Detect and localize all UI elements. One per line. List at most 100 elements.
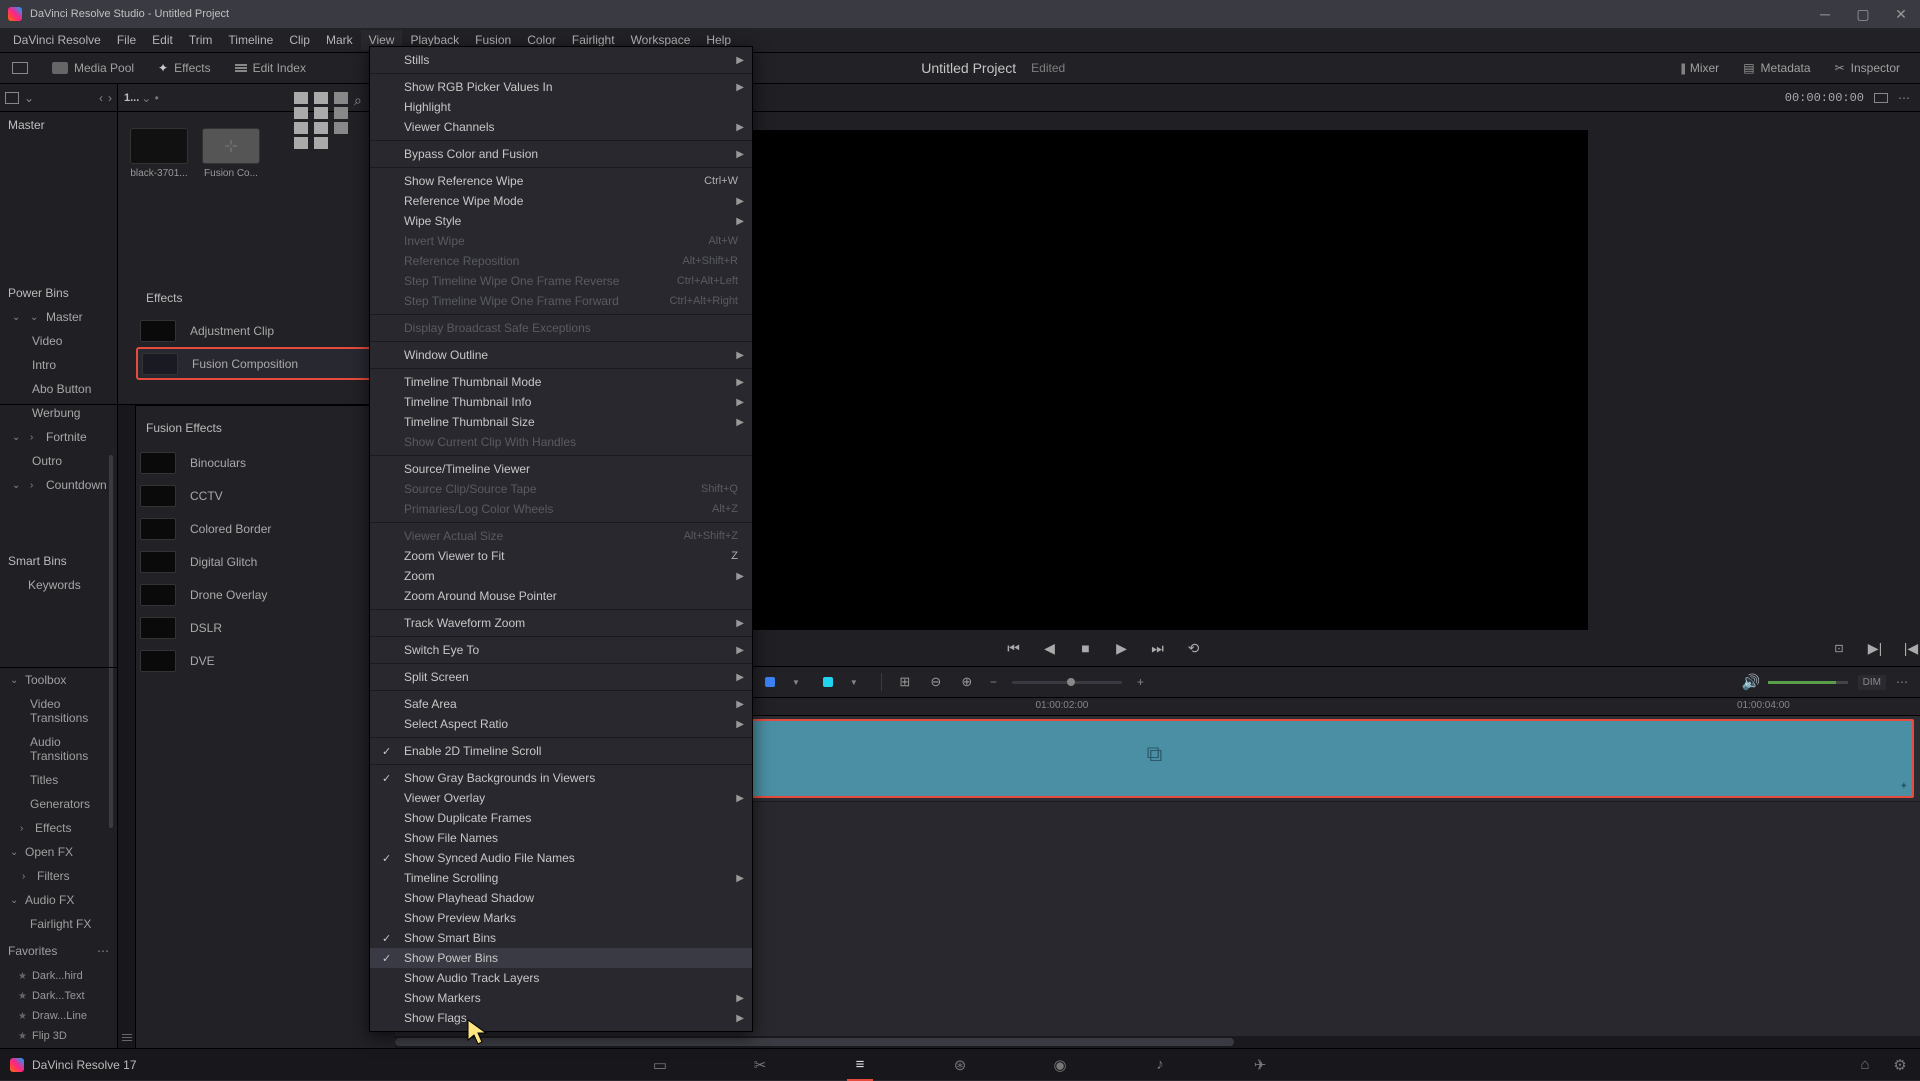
menu-item-show-power-bins[interactable]: Show Power Bins: [370, 948, 752, 968]
menu-item-show-markers[interactable]: Show Markers▶: [370, 988, 752, 1008]
bin-master[interactable]: ⌄Master: [0, 305, 117, 329]
menu-item-show-rgb-picker-values-in[interactable]: Show RGB Picker Values In▶: [370, 77, 752, 97]
menu-item-show-reference-wipe[interactable]: Show Reference WipeCtrl+W: [370, 171, 752, 191]
play-button[interactable]: ▶: [1113, 640, 1131, 657]
menu-item-zoom-around-mouse-pointer[interactable]: Zoom Around Mouse Pointer: [370, 586, 752, 606]
zoom-in-icon[interactable]: ⊕: [959, 674, 975, 690]
menu-item-zoom-viewer-to-fit[interactable]: Zoom Viewer to FitZ: [370, 546, 752, 566]
menu-item-viewer-channels[interactable]: Viewer Channels▶: [370, 117, 752, 137]
toolbox-titles[interactable]: Titles: [0, 768, 117, 792]
home-icon[interactable]: ⌂: [1855, 1056, 1875, 1074]
loop-button[interactable]: ⟲: [1185, 640, 1203, 657]
menu-item-window-outline[interactable]: Window Outline▶: [370, 345, 752, 365]
menu-item-source-timeline-viewer[interactable]: Source/Timeline Viewer: [370, 459, 752, 479]
stop-button[interactable]: ■: [1077, 640, 1095, 656]
zoom-out-icon[interactable]: ⊖: [928, 674, 944, 690]
color-page-icon[interactable]: ◉: [1050, 1056, 1070, 1074]
fusion-page-icon[interactable]: ⊛: [950, 1056, 970, 1074]
layout-button[interactable]: [0, 56, 40, 80]
bin-fortnite[interactable]: ›Fortnite: [0, 425, 117, 449]
bin-abo-button[interactable]: Abo Button: [0, 377, 117, 401]
menu-file[interactable]: File: [109, 30, 144, 50]
menu-mark[interactable]: Mark: [318, 30, 361, 50]
media-page-icon[interactable]: ▭: [650, 1056, 670, 1074]
menu-item-select-aspect-ratio[interactable]: Select Aspect Ratio▶: [370, 714, 752, 734]
maximize-button[interactable]: ▢: [1844, 0, 1882, 28]
menu-trim[interactable]: Trim: [181, 30, 221, 50]
effect-drone-overlay[interactable]: Drone Overlay: [136, 578, 391, 611]
menu-item-show-file-names[interactable]: Show File Names: [370, 828, 752, 848]
bin-werbung[interactable]: Werbung: [0, 401, 117, 425]
media-thumb[interactable]: ⊹Fusion Co...: [202, 128, 260, 179]
menu-item-show-flags[interactable]: Show Flags▶: [370, 1008, 752, 1028]
out-button[interactable]: ▶|: [1866, 640, 1884, 657]
keywords-bin[interactable]: Keywords: [0, 573, 89, 597]
layout-icon[interactable]: [5, 92, 19, 104]
menu-item-timeline-thumbnail-info[interactable]: Timeline Thumbnail Info▶: [370, 392, 752, 412]
first-frame-button[interactable]: ⏮: [1005, 640, 1023, 657]
grid-small-icon[interactable]: [294, 92, 308, 104]
media-tab[interactable]: 1...: [124, 92, 139, 104]
bin-video[interactable]: Video: [0, 329, 117, 353]
menu-item-show-smart-bins[interactable]: Show Smart Bins: [370, 928, 752, 948]
viewer-canvas[interactable]: [728, 130, 1588, 630]
effects-button[interactable]: ✦Effects: [146, 55, 223, 81]
close-button[interactable]: ✕: [1882, 0, 1920, 28]
metadata-button[interactable]: ▤Metadata: [1731, 55, 1822, 81]
favorite-item[interactable]: Dark...Text: [0, 986, 117, 1006]
timeline-options-icon[interactable]: ⋯: [1896, 675, 1908, 689]
search-icon[interactable]: [354, 92, 368, 104]
bin-outro[interactable]: Outro: [0, 449, 117, 473]
menu-item-enable-2d-timeline-scroll[interactable]: Enable 2D Timeline Scroll: [370, 741, 752, 761]
menu-clip[interactable]: Clip: [281, 30, 318, 50]
menu-item-split-screen[interactable]: Split Screen▶: [370, 667, 752, 687]
menu-item-show-audio-track-layers[interactable]: Show Audio Track Layers: [370, 968, 752, 988]
menu-item-timeline-thumbnail-mode[interactable]: Timeline Thumbnail Mode▶: [370, 372, 752, 392]
last-frame-button[interactable]: ⏭: [1149, 640, 1167, 657]
menu-timeline[interactable]: Timeline: [220, 30, 281, 50]
menu-item-timeline-thumbnail-size[interactable]: Timeline Thumbnail Size▶: [370, 412, 752, 432]
deliver-page-icon[interactable]: ✈: [1250, 1056, 1270, 1074]
cut-page-icon[interactable]: ✂: [750, 1056, 770, 1074]
settings-icon[interactable]: ⚙: [1890, 1056, 1910, 1074]
toolbox-audio-transitions[interactable]: Audio Transitions: [0, 730, 117, 768]
in-button[interactable]: |◀: [1902, 640, 1920, 657]
viewer-layout-icon[interactable]: [1874, 93, 1888, 103]
menu-item-reference-wipe-mode[interactable]: Reference Wipe Mode▶: [370, 191, 752, 211]
bin-countdown[interactable]: ›Countdown: [0, 473, 117, 497]
menu-item-show-synced-audio-file-names[interactable]: Show Synced Audio File Names: [370, 848, 752, 868]
menu-item-show-playhead-shadow[interactable]: Show Playhead Shadow: [370, 888, 752, 908]
timeline-scrollbar[interactable]: [395, 1036, 1920, 1048]
bin-intro[interactable]: Intro: [0, 353, 117, 377]
marker-swatch-cyan[interactable]: [823, 677, 833, 687]
fairlight-page-icon[interactable]: ♪: [1150, 1056, 1170, 1073]
menu-davinci-resolve[interactable]: DaVinci Resolve: [5, 30, 109, 50]
media-pool-button[interactable]: Media Pool: [40, 55, 146, 81]
toolbox-video-transitions[interactable]: Video Transitions: [0, 692, 117, 730]
menu-item-bypass-color-and-fusion[interactable]: Bypass Color and Fusion▶: [370, 144, 752, 164]
effect-digital-glitch[interactable]: Digital Glitch: [136, 545, 391, 578]
favorite-item[interactable]: Dark...hird: [0, 966, 117, 986]
toolbox-generators[interactable]: Generators: [0, 792, 117, 816]
volume-slider[interactable]: [1768, 681, 1848, 684]
minimize-button[interactable]: ─: [1806, 0, 1844, 28]
effect-cctv[interactable]: CCTV: [136, 479, 391, 512]
grip-icon[interactable]: [122, 1034, 132, 1042]
list-view-icon[interactable]: [334, 92, 348, 104]
viewer-options-icon[interactable]: ⋯: [1898, 91, 1910, 105]
mixer-button[interactable]: |||Mixer: [1668, 55, 1731, 81]
snap-icon[interactable]: ⊞: [897, 674, 913, 690]
favorite-item[interactable]: Flip 3D: [0, 1026, 117, 1046]
menu-item-stills[interactable]: Stills▶: [370, 50, 752, 70]
menu-item-safe-area[interactable]: Safe Area▶: [370, 694, 752, 714]
audiofx-group[interactable]: ⌄Audio FX: [0, 888, 117, 912]
fairlight-item[interactable]: Fairlight FX: [0, 912, 117, 936]
match-frame-button[interactable]: ⊡: [1830, 642, 1848, 655]
effect-dslr[interactable]: DSLR: [136, 611, 391, 644]
menu-item-wipe-style[interactable]: Wipe Style▶: [370, 211, 752, 231]
chevron-down-icon[interactable]: ⌄: [24, 91, 34, 105]
media-thumb[interactable]: black-3701...: [130, 128, 188, 179]
menu-item-timeline-scrolling[interactable]: Timeline Scrolling▶: [370, 868, 752, 888]
volume-icon[interactable]: 🔊: [1742, 673, 1758, 691]
effects-group[interactable]: ›Effects: [0, 816, 117, 840]
